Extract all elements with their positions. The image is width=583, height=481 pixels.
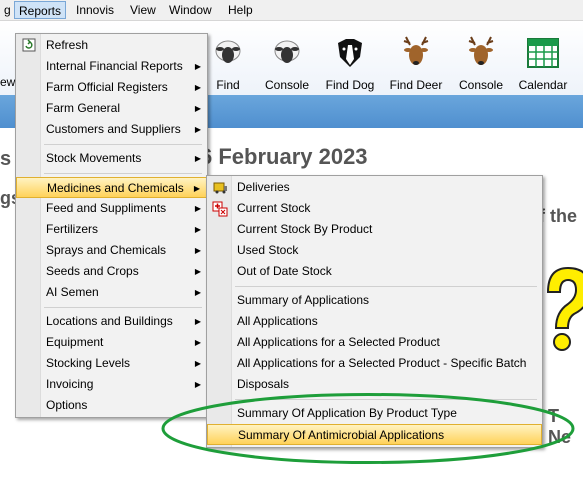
submenu-arrow-icon: ▶ [194, 267, 201, 276]
menu-item-label: Used Stock [237, 243, 299, 257]
menu-item-medicines-and-chemicals[interactable]: Medicines and Chemicals ▶ [16, 177, 207, 198]
submenu-arrow-icon: ▶ [194, 83, 201, 92]
menu-item-farm-general[interactable]: Farm General ▶ [16, 98, 207, 119]
console-label: Console [264, 78, 310, 92]
submenu-arrow-icon: ▶ [194, 288, 201, 297]
annotation-ellipse [161, 393, 575, 464]
content-fragment: s [0, 148, 12, 170]
page-headline: 6 February 2023 [200, 144, 368, 169]
submenu-item-all-applications-specific-batch[interactable]: All Applications for a Selected Product … [207, 353, 542, 374]
menu-item-label: Fertilizers [46, 222, 99, 236]
menu-truncated[interactable]: g [0, 1, 15, 19]
menu-item-label: Farm General [46, 101, 121, 115]
content-fragment: f the [539, 206, 577, 226]
menu-separator [44, 307, 202, 308]
menu-item-label: Medicines and Chemicals [47, 181, 184, 195]
find-dog-button[interactable]: Find Dog [315, 35, 385, 92]
menu-help[interactable]: Help [224, 1, 257, 19]
deer-icon [403, 36, 429, 65]
submenu-arrow-icon: ▶ [194, 225, 201, 234]
menu-window[interactable]: Window [165, 1, 216, 19]
submenu-arrow-icon: ▶ [194, 246, 201, 255]
find-dog-label: Find Dog [325, 78, 375, 92]
menu-item-label: All Applications for a Selected Product [237, 335, 440, 349]
menu-item-label: Current Stock By Product [237, 222, 373, 236]
deer-icon [468, 36, 494, 65]
submenu-arrow-icon: ▶ [194, 338, 201, 347]
deer-console-label: Console [458, 78, 504, 92]
menu-item-label: Seeds and Crops [46, 264, 139, 278]
menu-item-label: Farm Official Registers [46, 80, 168, 94]
submenu-item-out-of-date-stock[interactable]: Out of Date Stock [207, 261, 542, 282]
submenu-arrow-icon: ▶ [193, 184, 200, 193]
menu-item-label: Deliveries [237, 180, 290, 194]
calendar-label: Calendar [518, 78, 568, 92]
submenu-arrow-icon: ▶ [194, 62, 201, 71]
menu-view[interactable]: View [126, 1, 160, 19]
menu-item-fertilizers[interactable]: Fertilizers ▶ [16, 219, 207, 240]
menu-item-label: Equipment [46, 335, 104, 349]
menu-item-label: Feed and Suppliments [46, 201, 167, 215]
menu-item-label: Refresh [46, 38, 89, 52]
menu-item-label: Stock Movements [46, 151, 142, 165]
submenu-item-all-applications-selected-product[interactable]: All Applications for a Selected Product [207, 332, 542, 353]
menu-item-stock-movements[interactable]: Stock Movements ▶ [16, 148, 207, 169]
submenu-arrow-icon: ▶ [194, 359, 201, 368]
menu-item-ai-semen[interactable]: AI Semen ▶ [16, 282, 207, 303]
menu-item-label: Summary of Applications [237, 293, 370, 307]
submenu-item-deliveries[interactable]: Deliveries [207, 177, 542, 198]
submenu-arrow-icon: ▶ [194, 125, 201, 134]
menu-item-refresh[interactable]: Refresh [16, 35, 207, 56]
menu-item-label: Internal Financial Reports [46, 59, 183, 73]
menu-separator [235, 286, 537, 287]
menu-item-label: Invoicing [46, 377, 94, 391]
submenu-arrow-icon: ▶ [194, 204, 201, 213]
submenu-arrow-icon: ▶ [194, 154, 201, 163]
deer-console-button[interactable]: Console [446, 35, 516, 92]
submenu-item-used-stock[interactable]: Used Stock [207, 240, 542, 261]
menu-item-label: Options [46, 398, 88, 412]
menu-item-label: Current Stock [237, 201, 311, 215]
menu-item-equipment[interactable]: Equipment ▶ [16, 332, 207, 353]
menu-item-seeds-and-crops[interactable]: Seeds and Crops ▶ [16, 261, 207, 282]
find-deer-label: Find Deer [389, 78, 443, 92]
menu-item-feed-and-suppliments[interactable]: Feed and Suppliments ▶ [16, 198, 207, 219]
menu-item-label: Stocking Levels [46, 356, 131, 370]
menu-reports[interactable]: Reports [14, 1, 67, 19]
menu-item-internal-financial-reports[interactable]: Internal Financial Reports ▶ [16, 56, 207, 77]
console-button[interactable]: Console [252, 35, 322, 92]
submenu-arrow-icon: ▶ [194, 104, 201, 113]
menu-innovis[interactable]: Innovis [72, 1, 118, 19]
menu-item-label: All Applications [237, 314, 318, 328]
submenu-item-summary-of-applications[interactable]: Summary of Applications [207, 290, 542, 311]
menu-item-label: Sprays and Chemicals [46, 243, 167, 257]
menu-item-customers-and-suppliers[interactable]: Customers and Suppliers ▶ [16, 119, 207, 140]
menu-item-stocking-levels[interactable]: Stocking Levels ▶ [16, 353, 207, 374]
menu-item-locations-and-buildings[interactable]: Locations and Buildings ▶ [16, 311, 207, 332]
sheep-icon [215, 40, 241, 63]
menu-item-farm-official-registers[interactable]: Farm Official Registers ▶ [16, 77, 207, 98]
reports-menu: Refresh Internal Financial Reports ▶ Far… [15, 33, 208, 418]
submenu-item-current-stock-by-product[interactable]: Current Stock By Product [207, 219, 542, 240]
submenu-item-current-stock[interactable]: Current Stock [207, 198, 542, 219]
sheep-icon [274, 40, 300, 63]
menu-item-sprays-and-chemicals[interactable]: Sprays and Chemicals ▶ [16, 240, 207, 261]
calendar-button[interactable]: Calendar [508, 35, 578, 92]
menu-item-label: Locations and Buildings [46, 314, 173, 328]
toolbar-partial-label: ew [0, 75, 16, 89]
submenu-arrow-icon: ▶ [194, 317, 201, 326]
calendar-icon [527, 38, 559, 68]
submenu-item-all-applications[interactable]: All Applications [207, 311, 542, 332]
dog-icon [338, 39, 362, 67]
menu-bar: g Reports Innovis View Window Help [0, 0, 583, 21]
menu-separator [44, 144, 202, 145]
menu-item-label: All Applications for a Selected Product … [237, 356, 527, 370]
menu-separator [44, 173, 202, 174]
menu-item-label: Out of Date Stock [237, 264, 332, 278]
menu-item-label: Customers and Suppliers [46, 122, 181, 136]
find-deer-button[interactable]: Find Deer [381, 35, 451, 92]
menu-item-label: AI Semen [46, 285, 99, 299]
